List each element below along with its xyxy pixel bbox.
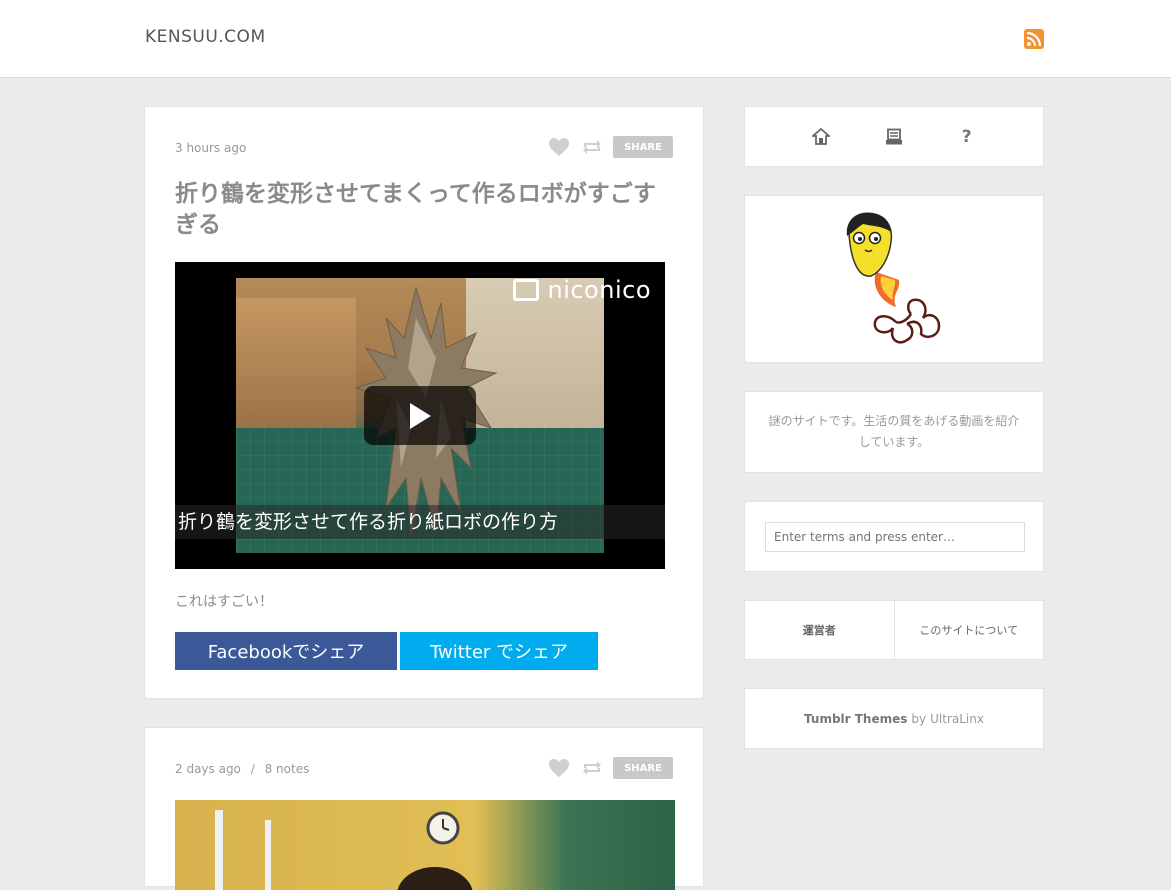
- reblog-icon[interactable]: [580, 136, 604, 158]
- post-timestamp[interactable]: 2 days ago: [175, 762, 241, 776]
- sidebar-search: [744, 501, 1044, 572]
- reblog-icon[interactable]: [580, 757, 604, 779]
- post-actions: SHARE: [547, 136, 673, 158]
- about-site-link[interactable]: このサイトについて: [895, 601, 1044, 659]
- sidebar-nav: ?: [744, 106, 1044, 167]
- post-notes-count[interactable]: 8 notes: [265, 762, 310, 776]
- tv-icon: [513, 279, 540, 301]
- rss-icon[interactable]: [1024, 29, 1044, 49]
- post-body-text: これはすごい！: [175, 594, 273, 610]
- post-card: 2 days ago / 8 notes SHARE: [144, 727, 704, 890]
- site-header: KENSUU.COM: [0, 0, 1171, 78]
- question-icon[interactable]: ?: [955, 125, 979, 149]
- sidebar-avatar: [744, 195, 1044, 363]
- video-player[interactable]: niconico 折り鶴を変形させて作る折り紙ロボの作り方: [175, 262, 665, 569]
- theme-credit-link[interactable]: Tumblr Themes: [804, 712, 907, 726]
- share-button[interactable]: SHARE: [613, 757, 673, 779]
- twitter-share-button[interactable]: Twitter でシェア: [400, 632, 598, 670]
- post-photo[interactable]: [175, 800, 675, 890]
- like-heart-icon[interactable]: [547, 757, 571, 779]
- sidebar-credit: Tumblr Themes by UltraLinx: [744, 688, 1044, 749]
- facebook-share-button[interactable]: Facebookでシェア: [175, 632, 397, 670]
- sidebar-links: 運営者 このサイトについて: [744, 600, 1044, 660]
- sidebar-description: 謎のサイトです。生活の質をあげる動画を紹介しています。: [744, 391, 1044, 473]
- post-meta: 2 days ago / 8 notes: [175, 762, 309, 776]
- video-caption: 折り鶴を変形させて作る折り紙ロボの作り方: [175, 505, 665, 539]
- play-icon: [410, 402, 431, 429]
- theme-author-link[interactable]: UltraLinx: [930, 712, 984, 726]
- post-card: 3 hours ago SHARE 折り鶴を変形させてまくって作るロボがすごすぎ…: [144, 106, 704, 699]
- post-timestamp[interactable]: 3 hours ago: [175, 141, 246, 155]
- operator-link[interactable]: 運営者: [745, 601, 895, 659]
- meta-separator: /: [250, 762, 255, 776]
- home-icon[interactable]: [809, 125, 833, 149]
- play-button[interactable]: [364, 386, 476, 445]
- like-heart-icon[interactable]: [547, 136, 571, 158]
- site-title-link[interactable]: KENSUU.COM: [145, 27, 266, 47]
- credit-by-text: by: [911, 711, 927, 726]
- rocket-mascot-icon: [846, 212, 941, 344]
- share-button[interactable]: SHARE: [613, 136, 673, 158]
- post-actions: SHARE: [547, 757, 673, 779]
- archive-icon[interactable]: [882, 125, 906, 149]
- search-input[interactable]: [765, 522, 1025, 552]
- niconico-logo: niconico: [513, 276, 651, 304]
- post-title[interactable]: 折り鶴を変形させてまくって作るロボがすごすぎる: [175, 179, 665, 241]
